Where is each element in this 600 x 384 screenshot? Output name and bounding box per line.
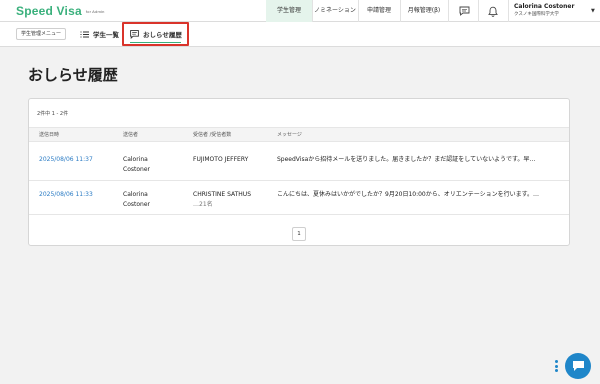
table-row[interactable]: 2025/08/06 11:33 Calorina Costoner CHRIS… bbox=[29, 181, 569, 215]
result-count: 2件中 1 - 2件 bbox=[37, 111, 69, 117]
nav-monthly-report[interactable]: 月報管理(β) bbox=[400, 0, 448, 22]
chevron-down-icon[interactable]: ▼ bbox=[591, 8, 595, 14]
tab-notification-history-label: おしらせ履歴 bbox=[143, 31, 182, 39]
page-title: おしらせ履歴 bbox=[28, 66, 118, 84]
row-recipient: CHRISTINE SATHUS …21名 bbox=[193, 190, 251, 210]
tab-notification-history[interactable]: おしらせ履歴 bbox=[122, 22, 189, 46]
row-message: こんにちは、夏休みはいかがでしたか？9月20日10:00から、オリエンテーション… bbox=[277, 191, 540, 198]
chat-bubble-icon bbox=[572, 361, 584, 371]
top-header: Speed Visa for Admin 学生管理 ノミネーション 申請管理 月報… bbox=[0, 0, 600, 22]
user-name: Calorina Costoner bbox=[514, 3, 575, 10]
chat-support-button[interactable] bbox=[565, 353, 591, 379]
user-organization: クスノキ国際科学大学 bbox=[514, 12, 559, 17]
nav-application-management[interactable]: 申請管理 bbox=[358, 0, 400, 22]
sender-line2: Costoner bbox=[123, 166, 150, 173]
brand-logo[interactable]: Speed Visa for Admin bbox=[16, 4, 105, 18]
sender-line1: Calorina bbox=[123, 191, 148, 198]
nav-student-management[interactable]: 学生管理 bbox=[266, 0, 312, 22]
bell-icon[interactable] bbox=[480, 0, 506, 22]
notification-history-card: 2件中 1 - 2件 送信日時 送信者 受信者 /受信者数 メッセージ 2025… bbox=[28, 98, 570, 246]
recipient-name: CHRISTINE SATHUS bbox=[193, 191, 252, 198]
pagination-page-button[interactable]: 1 bbox=[292, 227, 306, 241]
column-header-sent-at: 送信日時 bbox=[39, 132, 60, 138]
row-sender: Calorina Costoner bbox=[123, 155, 150, 175]
user-menu[interactable]: Calorina Costoner クスノキ国際科学大学 bbox=[514, 3, 574, 17]
chat-icon[interactable] bbox=[452, 0, 476, 22]
row-date-link[interactable]: 2025/08/06 11:33 bbox=[39, 190, 93, 200]
row-message: SpeedVisaから招待メールを送りました。届きましたか？まだ認証をしていない… bbox=[277, 156, 536, 163]
tab-student-list[interactable]: 学生一覧 bbox=[80, 22, 122, 46]
tab-student-list-label: 学生一覧 bbox=[93, 31, 119, 39]
column-header-message: メッセージ bbox=[277, 132, 302, 138]
list-icon bbox=[80, 31, 89, 37]
table-header: 送信日時 送信者 受信者 /受信者数 メッセージ bbox=[29, 127, 569, 142]
brand-name: Speed Visa bbox=[16, 4, 82, 18]
sub-navigation: 学生管理メニュー 学生一覧 おしらせ履歴 bbox=[0, 22, 600, 47]
column-header-sender: 送信者 bbox=[123, 132, 139, 138]
row-date-link[interactable]: 2025/08/06 11:37 bbox=[39, 155, 93, 165]
nav-nomination[interactable]: ノミネーション bbox=[312, 0, 358, 22]
column-header-recipient: 受信者 /受信者数 bbox=[193, 132, 232, 138]
sender-line2: Costoner bbox=[123, 201, 150, 208]
message-icon bbox=[130, 29, 139, 39]
row-recipient: FUJIMOTO JEFFERY bbox=[193, 156, 249, 163]
recipient-count: …21名 bbox=[193, 201, 213, 208]
brand-sub: for Admin bbox=[85, 9, 105, 15]
drag-handle-icon[interactable] bbox=[555, 360, 559, 374]
table-row[interactable]: 2025/08/06 11:37 Calorina Costoner FUJIM… bbox=[29, 143, 569, 181]
student-menu-button[interactable]: 学生管理メニュー bbox=[16, 28, 67, 40]
row-sender: Calorina Costoner bbox=[123, 190, 150, 210]
sender-line1: Calorina bbox=[123, 156, 148, 163]
